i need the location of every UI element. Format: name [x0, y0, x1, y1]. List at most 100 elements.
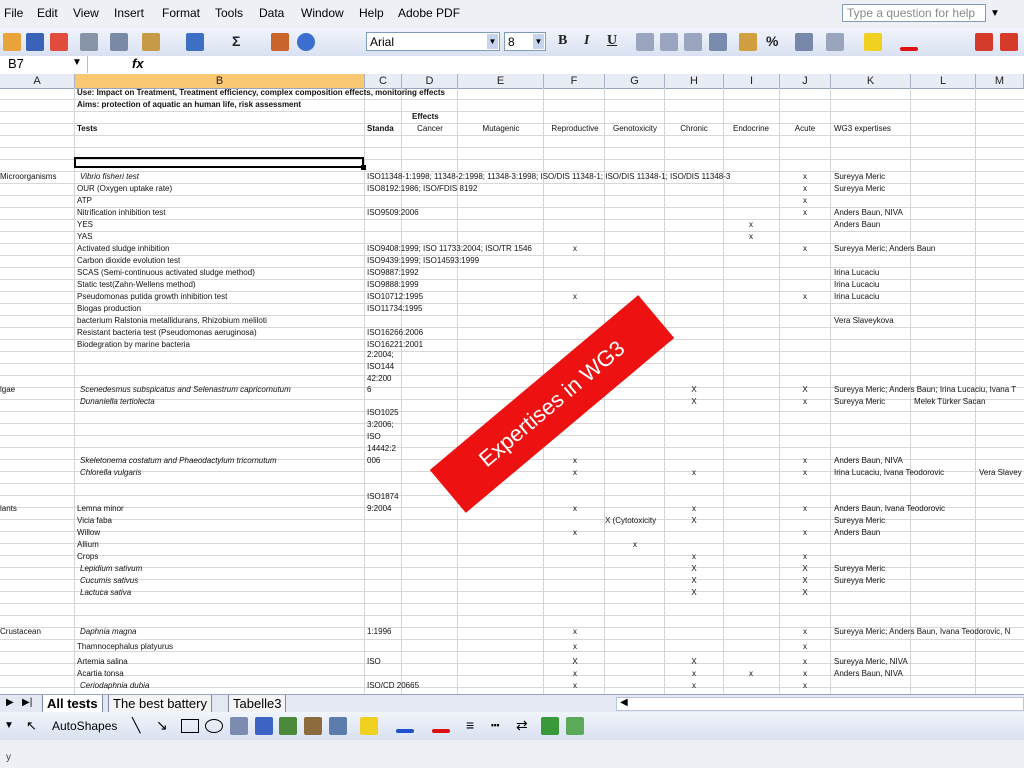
pdf-mail-icon[interactable] [1000, 33, 1018, 51]
menu-help[interactable]: Help [359, 6, 384, 20]
cell-test[interactable]: Lemna minor [77, 504, 124, 514]
cell-test[interactable]: Vibrio fisheri test [80, 172, 139, 182]
cell-expertise[interactable]: Sureyya Meric; Anders Baun [834, 244, 935, 254]
cell-reproductive[interactable]: x [573, 627, 577, 637]
cell-standard[interactable]: 1:1996 [367, 627, 391, 637]
cell-acute[interactable]: X [802, 576, 807, 586]
cell-standard[interactable]: 9:2004 [367, 504, 391, 514]
cell-endocrine[interactable]: x [749, 669, 753, 679]
cell-test[interactable]: Dunaniella tertiolecta [80, 397, 155, 407]
cell-acute[interactable]: x [803, 552, 807, 562]
arrow-tool-icon[interactable]: ↘ [156, 717, 168, 734]
cell-reproductive[interactable]: X [572, 657, 577, 667]
column-header-f[interactable]: F [544, 74, 605, 88]
cell-chronic[interactable]: x [692, 504, 696, 514]
find-icon[interactable] [110, 33, 128, 51]
cell-endocrine[interactable]: x [749, 220, 753, 230]
cell-reproductive[interactable]: x [573, 292, 577, 302]
cell-test[interactable]: Crops [77, 552, 98, 562]
cell-test[interactable]: bacterium Ralstonia metallidurans, Rhizo… [77, 316, 267, 326]
cell-standard[interactable]: ISO144 [367, 362, 394, 372]
name-box-dropdown-icon[interactable]: ▼ [72, 57, 82, 68]
tab-all-tests[interactable]: All tests [42, 695, 103, 713]
cell-standard[interactable]: ISO/CD 20665 [367, 681, 419, 691]
column-header-h[interactable]: H [665, 74, 724, 88]
italic-button[interactable]: I [584, 33, 589, 49]
cell-standard[interactable]: ISO9439:1999; ISO14593:1999 [367, 256, 479, 266]
cell-expertise[interactable]: Sureyya Meric [834, 576, 885, 586]
cell-chronic[interactable]: X [691, 588, 696, 598]
save-icon[interactable] [26, 33, 44, 51]
cell-test[interactable]: Daphnia magna [80, 627, 136, 637]
cell-test[interactable]: Lactuca sativa [80, 588, 131, 598]
cell-expertise[interactable]: Sureyya Meric, NIVA [834, 657, 908, 667]
cell-acute[interactable]: x [803, 208, 807, 218]
tab-tabelle3[interactable]: Tabelle3 [228, 695, 287, 713]
cell-test[interactable]: ATP [77, 196, 92, 206]
percent-button[interactable]: % [766, 33, 778, 49]
cell-test[interactable]: Carbon dioxide evolution test [77, 256, 180, 266]
menu-format[interactable]: Format [162, 6, 200, 20]
cell-standard[interactable]: ISO [367, 657, 381, 667]
fill-color-icon[interactable] [864, 33, 882, 51]
cell-standard[interactable]: 006 [367, 456, 380, 466]
cell-tests-header[interactable]: Tests [77, 124, 97, 134]
cell-acute[interactable]: x [803, 504, 807, 514]
column-header-e[interactable]: E [458, 74, 544, 88]
draw-menu-dropdown-icon[interactable]: ▼ [4, 720, 14, 731]
cell-chronic-header[interactable]: Chronic [680, 124, 708, 134]
cell-reproductive[interactable]: x [573, 642, 577, 652]
cell-chronic[interactable]: X [691, 397, 696, 407]
cell-expertise[interactable]: Anders Baun [834, 528, 880, 538]
cell-reproductive[interactable]: x [573, 244, 577, 254]
cell-standard[interactable]: ISO [367, 432, 381, 442]
insert-function-icon[interactable]: fx [132, 56, 144, 71]
menu-adobe-pdf[interactable]: Adobe PDF [398, 6, 460, 20]
cell-expertise[interactable]: Irina Lucaciu [834, 280, 879, 290]
align-center-icon[interactable] [660, 33, 678, 51]
cell-effects-header[interactable]: Effects [412, 112, 439, 122]
cell-expertise[interactable]: Anders Baun, Ivana Teodorovic [834, 504, 945, 514]
cell-acute[interactable]: x [803, 627, 807, 637]
cell-reproductive[interactable]: x [573, 456, 577, 466]
tab-scroll-next-icon[interactable]: ▶ [6, 697, 14, 708]
cell-standard[interactable]: 3:2006; [367, 420, 394, 430]
font-color-icon[interactable] [900, 47, 918, 51]
cell-test[interactable]: Cucumis sativus [80, 576, 138, 586]
cell-expertise[interactable]: Irina Lucaciu, Ivana Teodorovic [834, 468, 944, 478]
cell-acute[interactable]: x [803, 681, 807, 691]
cell-test[interactable]: Allium [77, 540, 99, 550]
cell-standard[interactable]: 14442:2 [367, 444, 396, 454]
cell-acute[interactable]: x [803, 292, 807, 302]
cell-genotoxicity-header[interactable]: Genotoxicity [613, 124, 657, 134]
horizontal-scrollbar[interactable]: ◀ [616, 697, 1024, 711]
merge-center-icon[interactable] [709, 33, 727, 51]
font-size-select[interactable]: 8 ▼ [504, 32, 546, 51]
cell-acute[interactable]: x [803, 397, 807, 407]
cell-acute[interactable]: x [803, 669, 807, 679]
menu-view[interactable]: View [73, 6, 99, 20]
column-header-j[interactable]: J [780, 74, 831, 88]
cell-reproductive[interactable]: x [573, 669, 577, 679]
help-icon[interactable] [297, 33, 315, 51]
cell-test[interactable]: YAS [77, 232, 92, 242]
cell-chronic[interactable]: X [691, 564, 696, 574]
cell-wg3-header[interactable]: WG3 expertises [834, 124, 891, 134]
menu-edit[interactable]: Edit [37, 6, 58, 20]
cell-standard[interactable]: ISO1874 [367, 492, 399, 502]
cell-standard[interactable]: ISO8192:1986; ISO/FDIS 8192 [367, 184, 477, 194]
cell-acute[interactable]: x [803, 456, 807, 466]
cell-chronic[interactable]: X [691, 516, 696, 526]
cell-expertise[interactable]: Irina Lucaciu [834, 292, 879, 302]
help-dropdown-icon[interactable]: ▼ [990, 8, 1000, 19]
cell-test[interactable]: Pseudomonas putida growth inhibition tes… [77, 292, 227, 302]
cell-standard[interactable]: ISO10712:1995 [367, 292, 423, 302]
column-header-g[interactable]: G [605, 74, 665, 88]
cell-acute[interactable]: x [803, 657, 807, 667]
cell-test[interactable]: Ceriodaphnia dubia [80, 681, 149, 691]
cell-expertise[interactable]: Anders Baun [834, 220, 880, 230]
cell-test[interactable]: Activated sludge inhibition [77, 244, 170, 254]
cell-test[interactable]: Vicia faba [77, 516, 112, 526]
cell-standards-header[interactable]: Standa [367, 124, 394, 134]
chart-wizard-icon[interactable] [271, 33, 289, 51]
